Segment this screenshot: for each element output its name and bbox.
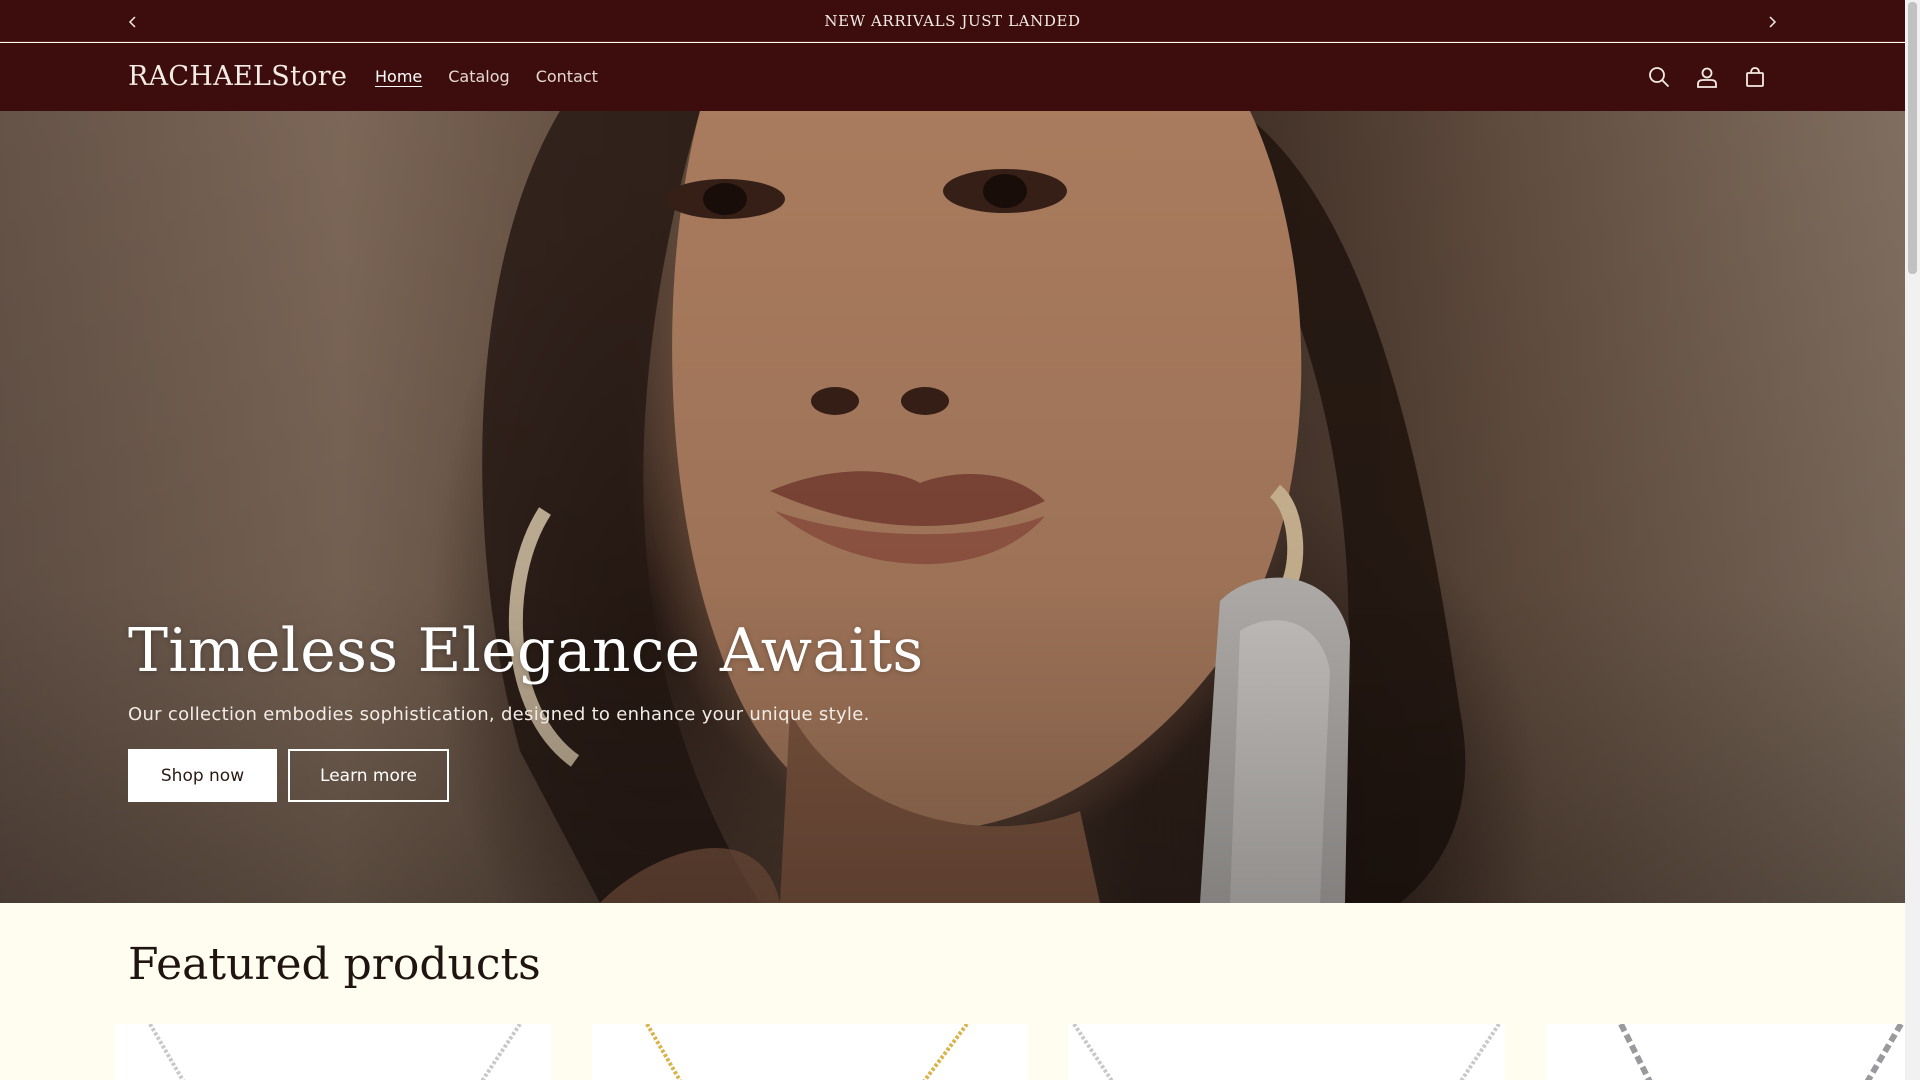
page-scrollbar[interactable] [1905,0,1920,1080]
product-card[interactable] [1546,1024,1905,1080]
account-button[interactable] [1692,62,1722,92]
cart-button[interactable] [1740,62,1770,92]
hero-content: Timeless Elegance Awaits Our collection … [128,616,924,802]
header-icons [1644,62,1770,92]
product-card[interactable] [115,1024,551,1080]
account-icon [1697,67,1717,88]
product-image [645,1024,969,1080]
scrollbar-thumb[interactable] [1908,2,1917,274]
announcement-text: NEW ARRIVALS JUST LANDED [824,11,1081,30]
store-logo[interactable]: RACHAELStore [128,61,347,92]
search-button[interactable] [1644,62,1674,92]
hero-subtitle: Our collection embodies sophistication, … [128,704,870,725]
product-card[interactable] [1069,1024,1505,1080]
chevron-right-icon [1769,16,1777,28]
search-icon [1649,67,1670,88]
announcement-bar: NEW ARRIVALS JUST LANDED [0,0,1905,42]
product-image [1618,1024,1904,1080]
page: NEW ARRIVALS JUST LANDED RACHAELStore Ho… [0,0,1905,1080]
hero-title: Timeless Elegance Awaits [128,616,924,686]
announcement-prev-button[interactable] [119,8,147,36]
product-image [1072,1024,1501,1080]
product-card[interactable] [592,1024,1028,1080]
main-nav: Home Catalog Contact [362,67,611,86]
nav-item-home[interactable]: Home [362,67,435,86]
featured-products-title: Featured products [128,939,541,990]
announcement-next-button[interactable] [1758,8,1786,36]
nav-item-catalog[interactable]: Catalog [435,67,522,86]
cart-icon [1746,67,1764,87]
hero-buttons: Shop now Learn more [128,749,924,802]
hero-banner: Timeless Elegance Awaits Our collection … [0,111,1905,903]
product-image [148,1024,522,1080]
shop-now-button[interactable]: Shop now [128,749,277,802]
chevron-left-icon [128,16,136,28]
nav-item-contact[interactable]: Contact [523,67,611,86]
featured-products-section: Featured products [0,903,1905,1080]
learn-more-button[interactable]: Learn more [288,749,449,802]
site-header: RACHAELStore Home Catalog Contact [0,43,1905,111]
